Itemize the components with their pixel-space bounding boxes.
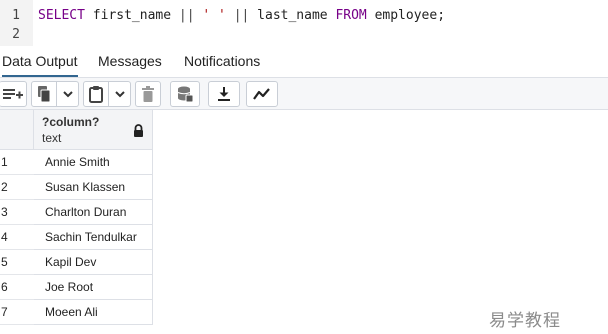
save-data-button[interactable] [170,81,200,107]
table-row[interactable]: 3 Charlton Duran [0,200,153,225]
sql-keyword: SELECT [38,8,85,23]
chevron-down-icon [114,91,125,98]
graph-icon [253,88,270,100]
row-number: 1 [0,150,34,175]
tab-messages[interactable]: Messages [98,53,162,69]
download-icon [218,87,230,101]
table-cell[interactable]: Moeen Ali [34,300,153,325]
tab-notifications[interactable]: Notifications [184,53,260,69]
row-number: 6 [0,275,34,300]
sql-string: ' ' [194,8,234,23]
row-number: 4 [0,225,34,250]
column-name: ?column? [42,115,100,129]
chevron-down-icon [62,91,73,98]
save-data-icon [177,86,194,103]
sql-editor[interactable]: 1 2 SELECT first_name || ' ' || last_nam… [0,0,608,46]
column-header[interactable]: ?column? text [34,110,153,150]
sql-identifier: employee; [366,8,446,23]
copy-icon [38,86,51,103]
sql-keyword: FROM [335,8,367,23]
table-cell[interactable]: Susan Klassen [34,175,153,200]
results-tabs: Data Output Messages Notifications [0,46,608,78]
data-output-toolbar [0,78,608,110]
row-number: 3 [0,200,34,225]
table-row[interactable]: 6 Joe Root [0,275,153,300]
table-cell[interactable]: Kapil Dev [34,250,153,275]
copy-options-dropdown[interactable] [57,81,79,107]
paste-icon [89,86,103,103]
tab-data-output[interactable]: Data Output [2,53,78,77]
sql-code-line[interactable]: SELECT first_name || ' ' || last_name FR… [38,8,445,23]
table-row[interactable]: 1 Annie Smith [0,150,153,175]
row-number: 5 [0,250,34,275]
sql-operator: || [178,8,195,23]
graph-visualiser-button[interactable] [246,81,278,107]
paste-options-dropdown[interactable] [109,81,131,107]
table-row[interactable]: 7 Moeen Ali [0,300,153,325]
table-row[interactable]: 4 Sachin Tendulkar [0,225,153,250]
lock-icon [134,124,143,137]
column-type: text [42,131,62,145]
sql-identifier: first_name [84,8,179,23]
delete-button[interactable] [135,81,161,107]
table-cell[interactable]: Charlton Duran [34,200,153,225]
row-number: 2 [0,175,34,200]
line-number-gutter: 1 2 [0,0,33,46]
copy-button[interactable] [31,81,57,107]
sql-operator: || [233,8,250,23]
delete-icon [142,86,154,102]
table-cell[interactable]: Annie Smith [34,150,153,175]
row-number-header[interactable] [0,110,34,150]
line-number: 2 [12,27,20,42]
watermark-text: 易学教程 [489,311,561,331]
sql-identifier: last_name [249,8,336,23]
paste-button[interactable] [83,81,109,107]
row-number: 7 [0,300,34,325]
table-row[interactable]: 2 Susan Klassen [0,175,153,200]
table-cell[interactable]: Sachin Tendulkar [34,225,153,250]
add-row-button[interactable] [0,81,27,107]
download-button[interactable] [208,81,240,107]
table-row[interactable]: 5 Kapil Dev [0,250,153,275]
add-row-icon [2,89,23,99]
table-cell[interactable]: Joe Root [34,275,153,300]
line-number: 1 [12,8,20,23]
